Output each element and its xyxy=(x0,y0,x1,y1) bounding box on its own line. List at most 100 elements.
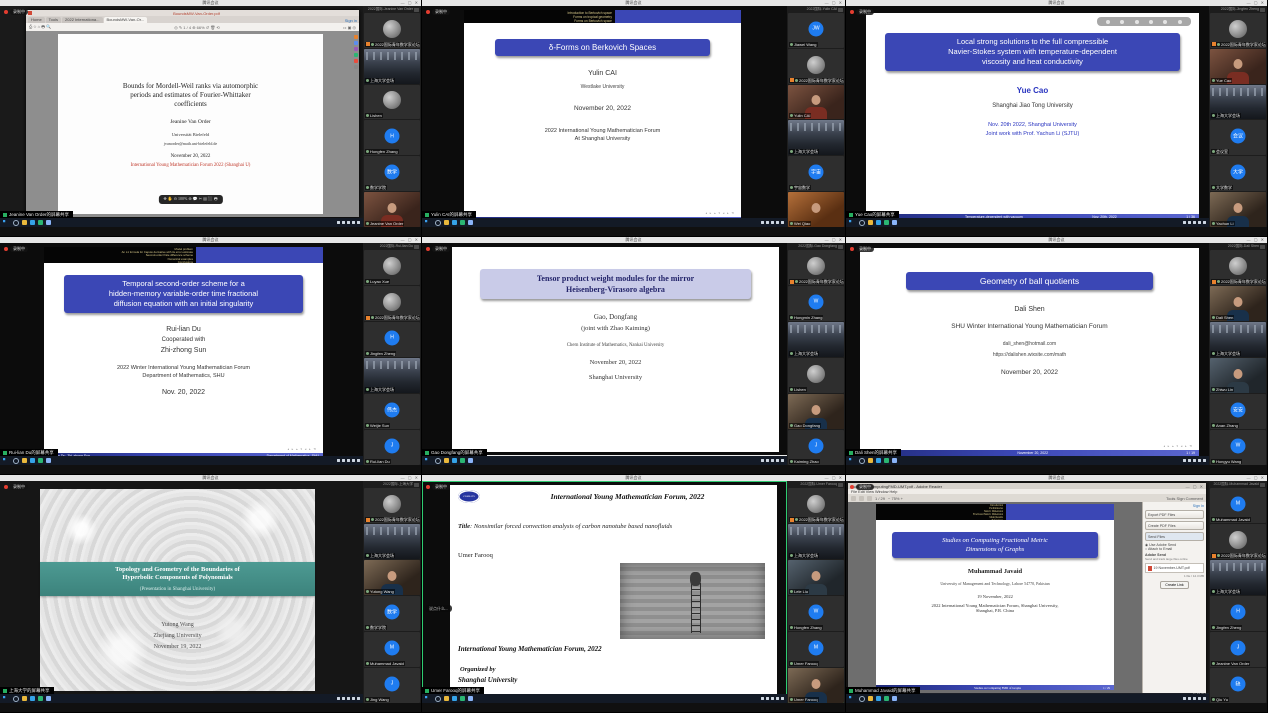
window-controls[interactable]: — ▢ ✕ xyxy=(825,237,843,242)
start-button-icon[interactable] xyxy=(849,696,854,701)
system-tray[interactable] xyxy=(761,221,784,224)
beamer-nav-symbols[interactable]: ◂ ▸ ▴ ▾ ◂ ▸ ⟲ xyxy=(287,447,317,451)
participant-tile[interactable]: JJeanine Van Order xyxy=(1210,632,1266,667)
participant-tile[interactable]: 上海大学会场 xyxy=(1210,560,1266,595)
start-button-icon[interactable] xyxy=(3,458,8,463)
participant-tile[interactable]: Lishen xyxy=(364,85,420,120)
page-navigation[interactable]: 1 / 29 xyxy=(875,496,885,501)
system-tray[interactable] xyxy=(337,221,360,224)
participant-tile[interactable]: Yachun Li xyxy=(1210,192,1266,227)
layout-toggle-icon[interactable] xyxy=(414,245,419,249)
taskbar-app-icon[interactable] xyxy=(46,220,51,225)
taskbar-app-icon[interactable] xyxy=(884,220,889,225)
taskbar-app-icon[interactable] xyxy=(444,220,449,225)
participant-tile[interactable]: 上海大学会场 xyxy=(1210,85,1266,120)
taskbar-app-icon[interactable] xyxy=(444,696,449,701)
window-controls[interactable]: — ▢ ✕ xyxy=(401,0,419,5)
participant-tile[interactable]: Luyao Xue xyxy=(364,250,420,285)
system-tray[interactable] xyxy=(1183,459,1206,462)
taskbar-app-icon[interactable] xyxy=(468,220,473,225)
layout-toggle-icon[interactable] xyxy=(414,483,419,487)
taskbar-app-icon[interactable] xyxy=(468,458,473,463)
layout-toggle-icon[interactable] xyxy=(1260,8,1265,12)
taskbar-app-icon[interactable] xyxy=(876,220,881,225)
participant-tile[interactable]: JRui-lian Du xyxy=(364,430,420,465)
print-icon[interactable] xyxy=(867,496,872,501)
presenter-toolbar[interactable] xyxy=(1097,17,1191,26)
participant-tile[interactable]: Lishen xyxy=(788,358,844,393)
floating-pdf-toolbar[interactable]: ✥ ✋ ⊖ 100% ⊕ 💬 ✂ ▤ ⬛ 🖶 xyxy=(158,195,222,204)
window-controls[interactable]: — ▢ ✕ xyxy=(1186,484,1204,489)
participant-tile[interactable]: 会议会议室 xyxy=(1210,120,1266,155)
taskbar-search-icon[interactable] xyxy=(435,220,441,226)
taskbar-app-icon[interactable] xyxy=(46,696,51,701)
participant-tile[interactable]: Lele Liu xyxy=(788,560,844,595)
panel-tabs[interactable]: Tools Sign Comment xyxy=(1166,496,1203,501)
participant-tile[interactable]: 伟杰Weijie Sun xyxy=(364,394,420,429)
taskbar-app-icon[interactable] xyxy=(38,220,43,225)
participant-tile[interactable]: HHongfen Zhang xyxy=(364,120,420,155)
page-navigation[interactable]: ◎ ✎ 1 / 4 ⊕ 66% ↺ 🗑 ⟲ xyxy=(174,25,220,30)
taskbar-app-icon[interactable] xyxy=(444,458,449,463)
taskbar-app-icon[interactable] xyxy=(892,458,897,463)
taskbar-app-icon[interactable] xyxy=(452,220,457,225)
zoom-control[interactable]: − 75% + xyxy=(888,496,903,501)
system-tray[interactable] xyxy=(337,459,360,462)
participant-tile[interactable]: 宇宙宇宙数学 xyxy=(788,156,844,191)
windows-taskbar[interactable] xyxy=(0,218,363,227)
participant-tile[interactable]: Yue Cao xyxy=(1210,49,1266,84)
participant-tile[interactable]: Zhiwu Lin xyxy=(1210,358,1266,393)
file-tool-icons[interactable]: ⎙ ☆ ⌂ 🖶 🔍 xyxy=(29,24,51,31)
participant-tile[interactable]: 2022国际青年数学家论坛 xyxy=(1210,250,1266,285)
taskbar-app-icon[interactable] xyxy=(876,696,881,701)
window-controls[interactable]: — ▢ ✕ xyxy=(1247,475,1265,480)
participant-tile[interactable]: JKaiming Zhao xyxy=(788,430,844,465)
participant-tile[interactable]: 上海大学会场 xyxy=(364,358,420,393)
start-button-icon[interactable] xyxy=(425,458,430,463)
taskbar-app-icon[interactable] xyxy=(460,458,465,463)
taskbar-app-icon[interactable] xyxy=(460,220,465,225)
participant-tile[interactable]: 2022国际青年数学家论坛 xyxy=(788,488,844,523)
taskbar-app-icon[interactable] xyxy=(38,458,43,463)
layout-toggle-icon[interactable] xyxy=(1260,245,1265,249)
taskbar-app-icon[interactable] xyxy=(452,696,457,701)
participant-tile[interactable]: Gao Dongfang xyxy=(788,394,844,429)
start-button-icon[interactable] xyxy=(3,220,8,225)
taskbar-search-icon[interactable] xyxy=(13,220,19,226)
windows-taskbar[interactable] xyxy=(422,456,787,465)
taskbar-app-icon[interactable] xyxy=(868,458,873,463)
participant-tile[interactable]: MUmer Farooq xyxy=(788,632,844,667)
participant-tile[interactable]: 上海大学会场 xyxy=(788,322,844,357)
participant-tile[interactable]: Jeanine Van Order xyxy=(364,192,420,227)
start-button-icon[interactable] xyxy=(3,696,8,701)
window-controls[interactable]: — ▢ ✕ xyxy=(825,0,843,5)
export-pdf-button[interactable]: Export PDF Files xyxy=(1145,510,1204,519)
layout-toggle-icon[interactable] xyxy=(1260,483,1265,487)
participant-tile[interactable]: WHongfen Zhang xyxy=(788,596,844,631)
participant-tile[interactable]: 上海大学会场 xyxy=(364,524,420,559)
taskbar-app-icon[interactable] xyxy=(30,220,35,225)
taskbar-app-icon[interactable] xyxy=(868,220,873,225)
taskbar-app-icon[interactable] xyxy=(468,696,473,701)
windows-taskbar[interactable] xyxy=(0,694,363,703)
create-link-button[interactable]: Create Link xyxy=(1160,581,1188,589)
system-tray[interactable] xyxy=(761,459,784,462)
taskbar-search-icon[interactable] xyxy=(435,458,441,464)
participant-tile[interactable]: 缺Qiu Yu xyxy=(1210,668,1266,703)
taskbar-app-icon[interactable] xyxy=(38,696,43,701)
participant-tile[interactable]: WHongyu Wang xyxy=(1210,430,1266,465)
annotation-sidebar-icons[interactable] xyxy=(354,35,358,69)
taskbar-app-icon[interactable] xyxy=(892,220,897,225)
participant-tile[interactable]: JJing Wang xyxy=(364,668,420,703)
layout-toggle-icon[interactable] xyxy=(838,8,843,12)
participant-tile[interactable]: HJingfen Zheng xyxy=(364,322,420,357)
layout-toggle-icon[interactable] xyxy=(838,245,843,249)
start-button-icon[interactable] xyxy=(425,220,430,225)
system-tray[interactable] xyxy=(337,697,360,700)
participant-tile[interactable]: 数学数学学院 xyxy=(364,156,420,191)
participant-tile[interactable]: Umer Farooq xyxy=(788,668,844,703)
taskbar-search-icon[interactable] xyxy=(435,696,441,702)
window-controls[interactable]: — ▢ ✕ xyxy=(401,237,419,242)
windows-taskbar[interactable] xyxy=(422,218,787,227)
taskbar-search-icon[interactable] xyxy=(13,458,19,464)
